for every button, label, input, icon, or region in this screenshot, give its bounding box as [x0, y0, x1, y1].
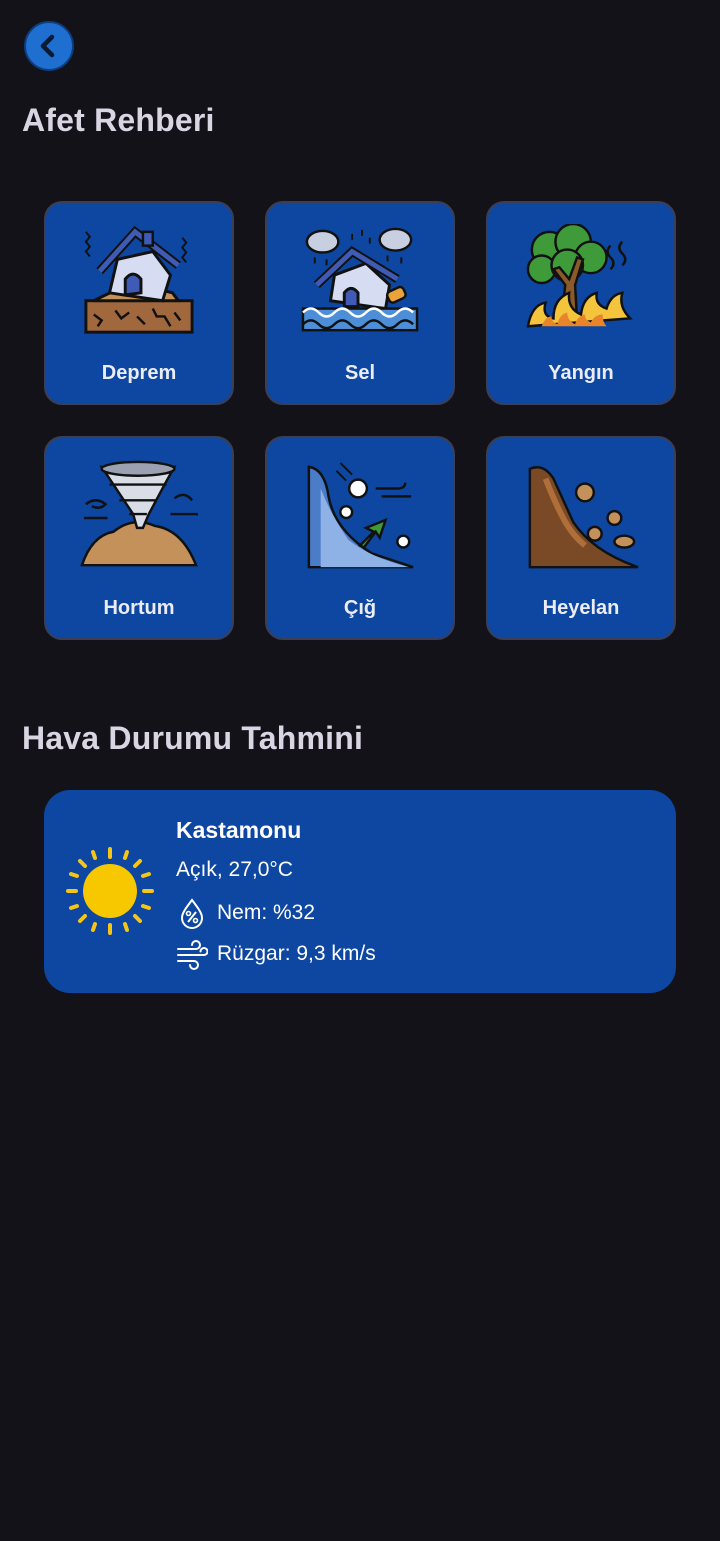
chevron-left-icon — [40, 34, 55, 58]
flood-icon — [301, 227, 419, 332]
weather-city: Kastamonu — [176, 817, 302, 843]
tile-hortum[interactable]: Hortum — [44, 436, 234, 640]
disaster-grid: Deprem Sel Yangın Hortum Çığ Heyelan — [44, 201, 676, 640]
weather-condition: Açık, 27,0°C — [176, 858, 293, 881]
tile-sel[interactable]: Sel — [265, 201, 455, 405]
tile-cig[interactable]: Çığ — [265, 436, 455, 640]
tile-label: Heyelan — [542, 597, 620, 619]
tornado-icon — [80, 460, 198, 567]
tile-label: Yangın — [548, 362, 614, 384]
weather-card[interactable]: Kastamonu Açık, 27,0°C Nem: %32 Rüzgar: … — [44, 790, 676, 993]
avalanche-icon — [307, 462, 414, 569]
page-title: Afet Rehberi — [22, 102, 215, 138]
tile-deprem[interactable]: Deprem — [44, 201, 234, 405]
humidity-text: Nem: %32 — [217, 901, 316, 924]
wildfire-icon — [526, 224, 633, 328]
wind-text: Rüzgar: 9,3 km/s — [217, 942, 376, 965]
tile-label: Çığ — [343, 597, 377, 619]
earthquake-icon — [84, 225, 194, 334]
tile-label: Sel — [344, 362, 376, 384]
tile-yangin[interactable]: Yangın — [486, 201, 676, 405]
tile-heyelan[interactable]: Heyelan — [486, 436, 676, 640]
wind-row: Rüzgar: 9,3 km/s — [176, 938, 376, 970]
tile-label: Deprem — [101, 362, 177, 384]
tile-label: Hortum — [103, 597, 175, 619]
wind-icon — [177, 940, 208, 970]
humidity-icon — [180, 898, 204, 929]
back-button[interactable] — [24, 21, 74, 71]
sun-icon — [66, 847, 154, 935]
weather-section-title: Hava Durumu Tahmini — [22, 720, 364, 756]
landslide-icon — [528, 466, 639, 569]
humidity-row: Nem: %32 — [176, 897, 315, 929]
